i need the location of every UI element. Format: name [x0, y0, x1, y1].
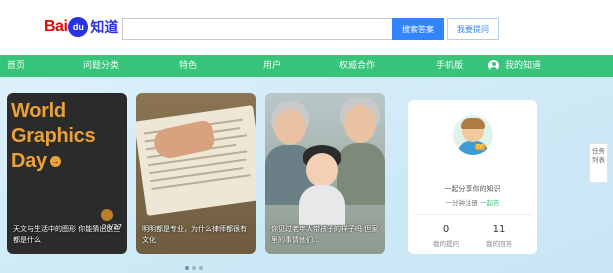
side-tab-line: 任务: [592, 147, 605, 155]
logo-paw-icon: du: [68, 17, 89, 37]
nav-item-mobile[interactable]: 手机版: [436, 55, 463, 77]
answers-count[interactable]: 11: [479, 224, 519, 235]
subline-text: 一分钟注册: [445, 199, 478, 207]
search-input[interactable]: [122, 18, 392, 40]
carousel-dot[interactable]: [192, 266, 196, 270]
feature-card-book[interactable]: 明明都是专业，为什么律师都很有文化: [136, 93, 256, 254]
ask-question-button[interactable]: 我要提问: [447, 18, 499, 40]
level-badge: LV: [475, 144, 485, 150]
card-caption: 明明都是专业，为什么律师都很有文化: [142, 225, 247, 244]
arrow-right-icon: →: [49, 156, 61, 168]
person-face: [274, 109, 306, 145]
profile-subline: 一分钟注册 一起答: [408, 197, 537, 207]
person-shirt: [337, 143, 385, 205]
search-button[interactable]: 搜索答案: [392, 18, 444, 40]
card-title-line: Graphics: [11, 125, 96, 147]
feature-card-family[interactable]: 你见过老年人带孩子的样子吗 但家里的事情他们...: [265, 93, 385, 254]
questions-count[interactable]: 0: [426, 224, 466, 235]
card-caption: 天文与生活中的图形 你能猜出这些都是什么: [13, 225, 121, 244]
logo-bai-text: Bai: [44, 18, 68, 35]
main-content: World Graphics Day → 04/27 天文与生活中的图形 你能猜出…: [0, 77, 613, 273]
user-profile-card: LV 一起分享你的知识 一分钟注册 一起答 0 我的提问 11 我的回答: [408, 100, 537, 254]
subline-link[interactable]: 一起答: [480, 199, 500, 207]
card-title-line: Day: [11, 150, 47, 172]
header: Bai du 知道 搜索答案 我要提问: [0, 0, 613, 55]
nav-item-home[interactable]: 首页: [7, 55, 25, 77]
profile-greeting: 一起分享你的知识: [444, 185, 501, 193]
card-caption: 你见过老年人带孩子的样子吗 但家里的事情他们...: [271, 225, 379, 244]
main-nav: 首页 问题分类 特色 用户 权威合作 手机版 我的知道: [0, 55, 613, 77]
carousel-dots: [185, 266, 203, 270]
carousel-dot[interactable]: [185, 266, 189, 270]
questions-label[interactable]: 我的提问: [426, 238, 466, 248]
feature-card-world-graphics-day[interactable]: World Graphics Day → 04/27 天文与生活中的图形 你能猜出…: [7, 93, 127, 254]
user-icon: [488, 60, 499, 71]
avatar[interactable]: LV: [453, 115, 493, 155]
child-shirt: [299, 185, 345, 225]
card-title: World Graphics Day →: [11, 99, 96, 174]
nav-item-users[interactable]: 用户: [263, 55, 281, 77]
nav-item-my-zhidao[interactable]: 我的知道: [505, 55, 541, 77]
person-face: [344, 105, 376, 143]
nav-item-features[interactable]: 特色: [179, 55, 197, 77]
child-face: [306, 153, 338, 187]
answers-label[interactable]: 我的回答: [479, 238, 519, 248]
divider: [414, 214, 531, 215]
task-list-side-tab[interactable]: 任务 列表: [589, 143, 608, 183]
baidu-zhidao-logo[interactable]: Bai du 知道: [44, 14, 118, 40]
gear-icon: [101, 209, 113, 221]
side-tab-line: 列表: [592, 156, 605, 164]
carousel-dot[interactable]: [199, 266, 203, 270]
card-title-line: World: [11, 100, 66, 122]
logo-zhidao-text: 知道: [90, 20, 119, 36]
nav-item-partners[interactable]: 权威合作: [339, 55, 375, 77]
nav-item-categories[interactable]: 问题分类: [83, 55, 119, 77]
